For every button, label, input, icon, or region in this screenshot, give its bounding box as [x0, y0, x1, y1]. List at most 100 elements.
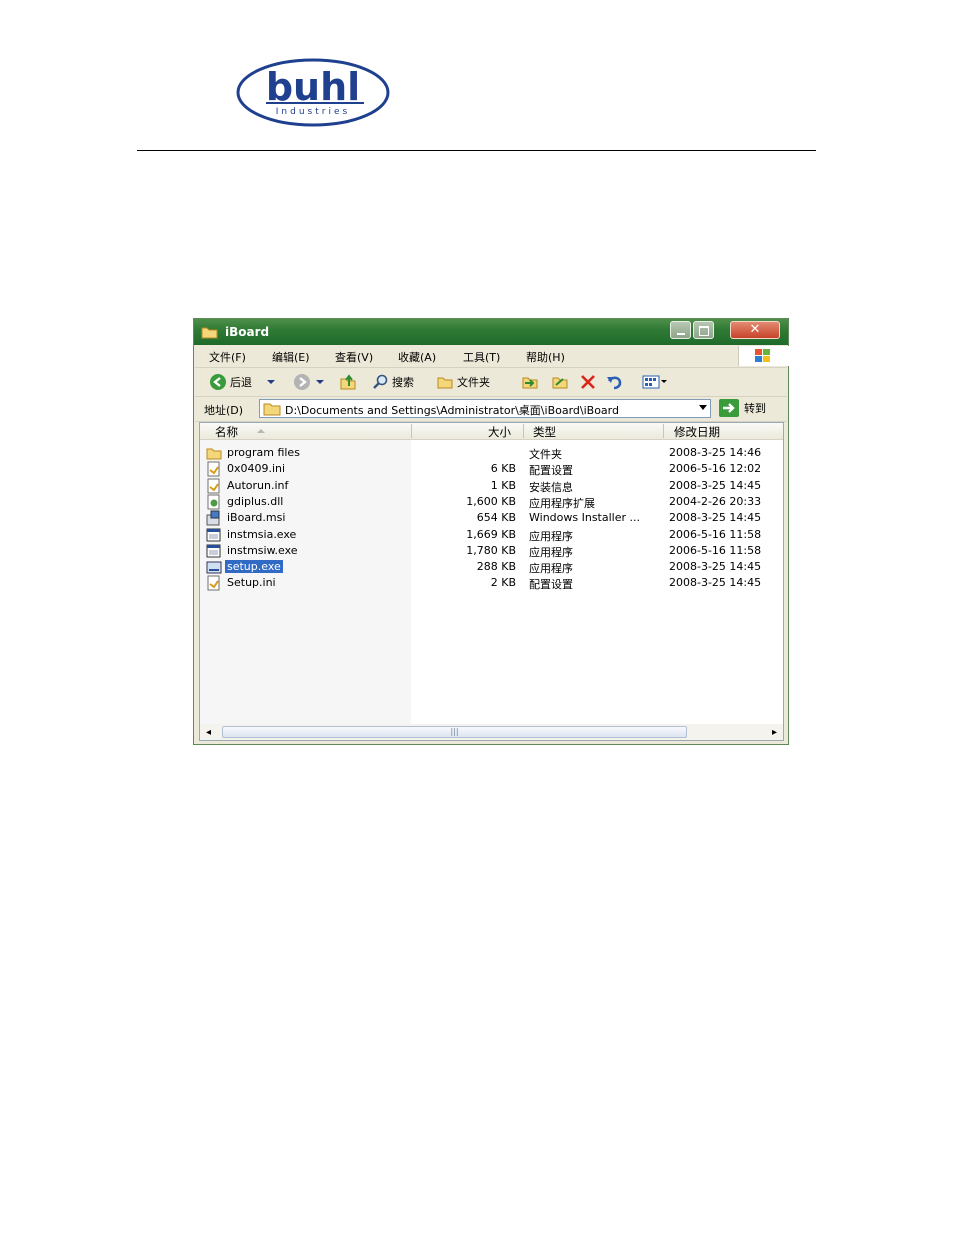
menu-tools[interactable]: 工具(T)	[463, 349, 500, 365]
file-type: 应用程序	[529, 529, 573, 543]
scroll-right-icon[interactable]: ▸	[772, 727, 777, 738]
file-type: Windows Installer ...	[529, 511, 640, 525]
search-icon	[373, 374, 388, 389]
column-type[interactable]: 类型	[533, 424, 556, 440]
file-type: 应用程序扩展	[529, 496, 595, 510]
setup-exe-icon	[206, 559, 222, 575]
scrollbar-thumb[interactable]: |||	[222, 726, 687, 738]
file-size: 654 KB	[476, 511, 516, 525]
file-type: 文件夹	[529, 448, 562, 461]
views-grid-icon	[642, 375, 667, 389]
undo-button[interactable]	[605, 373, 623, 391]
folder-icon	[206, 445, 222, 461]
menu-help[interactable]: 帮助(H)	[526, 349, 565, 365]
file-row[interactable]: iBoard.msi 654 KB Windows Installer ... 200…	[200, 510, 783, 526]
chevron-down-icon	[267, 380, 275, 384]
back-label: 后退	[230, 376, 252, 389]
file-name: program files	[227, 446, 300, 459]
file-name: gdiplus.dll	[227, 494, 284, 508]
column-name[interactable]: 名称	[215, 424, 238, 440]
minimize-button[interactable]	[670, 321, 691, 339]
horizontal-scrollbar[interactable]: ◂ ||| ▸	[199, 724, 784, 741]
file-row[interactable]: setup.exe 288 KB 应用程序 2008-3-25 14:45	[200, 559, 783, 575]
go-button[interactable]: 转到	[719, 399, 766, 417]
file-modified: 2006-5-16 11:58	[669, 543, 762, 557]
file-size: 6 KB	[490, 462, 516, 476]
file-size: 288 KB	[476, 560, 516, 574]
file-row[interactable]: instmsia.exe 1,669 KB 应用程序 2006-5-16 11:58	[200, 527, 783, 543]
search-label: 搜索	[392, 376, 414, 389]
file-row[interactable]: 0x0409.ini 6 KB 配置设置 2006-5-16 12:02	[200, 461, 783, 477]
folders-button[interactable]: 文件夹	[436, 373, 490, 391]
address-input[interactable]: D:\Documents and Settings\Administrator\…	[259, 399, 711, 418]
menu-file[interactable]: 文件(F)	[209, 349, 246, 365]
file-name: Autorun.inf	[227, 478, 289, 492]
scroll-left-icon[interactable]: ◂	[206, 727, 211, 738]
folder-icon	[263, 403, 281, 416]
folders-label: 文件夹	[457, 376, 490, 389]
file-row[interactable]: gdiplus.dll 1,600 KB 应用程序扩展 2004-2-26 20:33	[200, 494, 783, 510]
up-folder-button[interactable]	[339, 373, 357, 391]
column-size[interactable]: 大小	[488, 424, 511, 440]
explorer-window: iBoard ✕ 文件(F) 编辑(E) 查看(V) 收藏(A) 工具(T) 帮…	[193, 318, 789, 745]
file-type: 应用程序	[529, 545, 573, 559]
go-arrow-icon	[719, 399, 739, 417]
views-button[interactable]	[642, 373, 668, 391]
file-row[interactable]: Autorun.inf 1 KB 安装信息 2008-3-25 14:45	[200, 478, 783, 494]
menu-bar: 文件(F) 编辑(E) 查看(V) 收藏(A) 工具(T) 帮助(H)	[195, 345, 789, 368]
sort-ascending-icon	[257, 429, 265, 433]
toolbar: 后退 搜索 文件夹	[195, 368, 787, 397]
file-size: 1,600 KB	[466, 494, 516, 508]
windows-flag-icon	[738, 346, 789, 366]
undo-icon	[607, 376, 622, 390]
column-header: 名称 大小 类型 修改日期	[200, 423, 783, 440]
file-name: instmsia.exe	[227, 527, 297, 541]
file-modified: 2008-3-25 14:45	[669, 576, 762, 590]
forward-arrow-icon	[294, 374, 310, 390]
go-label: 转到	[744, 402, 766, 415]
column-modified[interactable]: 修改日期	[674, 424, 720, 440]
file-modified: 2006-5-16 11:58	[669, 527, 762, 541]
back-button[interactable]: 后退	[209, 373, 277, 391]
menu-edit[interactable]: 编辑(E)	[272, 349, 310, 365]
file-modified: 2008-3-25 14:45	[669, 511, 762, 525]
header-rule	[137, 150, 816, 151]
maximize-button[interactable]	[693, 321, 714, 339]
dll-file-icon	[206, 494, 222, 510]
address-label: 地址(D)	[204, 404, 244, 417]
exe-file-icon	[206, 543, 222, 559]
delete-button[interactable]	[579, 373, 597, 391]
file-name: Setup.ini	[227, 576, 276, 590]
up-folder-icon	[340, 374, 356, 390]
folder-icon	[201, 326, 218, 342]
forward-button[interactable]	[293, 373, 326, 391]
file-size: 2 KB	[490, 576, 516, 590]
title-bar[interactable]: iBoard ✕	[194, 319, 788, 345]
file-row[interactable]: Setup.ini 2 KB 配置设置 2008-3-25 14:45	[200, 575, 783, 591]
address-dropdown-arrow-icon[interactable]	[699, 405, 707, 410]
file-modified: 2008-3-25 14:45	[669, 478, 762, 492]
file-modified: 2006-5-16 12:02	[669, 462, 762, 476]
search-button[interactable]: 搜索	[371, 373, 414, 391]
file-name: 0x0409.ini	[227, 462, 286, 476]
close-button[interactable]: ✕	[730, 321, 780, 339]
file-list-view[interactable]: 名称 大小 类型 修改日期 program files 文件夹 2008-3-25 …	[199, 422, 784, 725]
logo-subtext: Industries	[276, 107, 350, 117]
copy-to-button[interactable]	[551, 373, 569, 391]
file-modified: 2008-3-25 14:46	[669, 446, 762, 459]
menu-view[interactable]: 查看(V)	[335, 349, 373, 365]
address-bar: 地址(D) D:\Documents and Settings\Administ…	[195, 397, 787, 422]
folders-icon	[437, 377, 453, 389]
ini-file-icon	[206, 575, 222, 591]
file-name: iBoard.msi	[227, 511, 286, 525]
ini-file-icon	[206, 461, 222, 477]
file-row[interactable]: program files 文件夹 2008-3-25 14:46	[200, 445, 783, 461]
exe-file-icon	[206, 527, 222, 543]
menu-favorites[interactable]: 收藏(A)	[398, 349, 436, 365]
chevron-down-icon	[316, 380, 324, 384]
file-row[interactable]: instmsiw.exe 1,780 KB 应用程序 2006-5-16 11:58	[200, 543, 783, 559]
move-to-button[interactable]	[521, 373, 539, 391]
file-type: 配置设置	[529, 464, 573, 478]
back-arrow-icon	[210, 374, 226, 390]
file-type: 配置设置	[529, 578, 573, 592]
